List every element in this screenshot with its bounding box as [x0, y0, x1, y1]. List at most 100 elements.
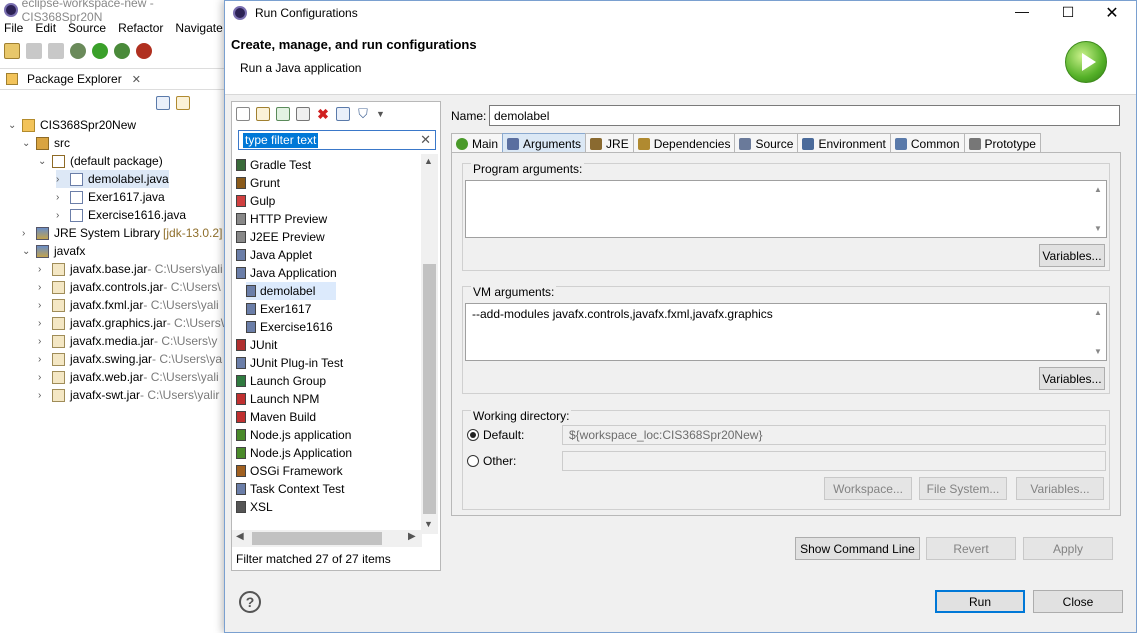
collapse-all-icon[interactable] [156, 96, 170, 110]
chevron-down-icon[interactable]: ▼ [1094, 347, 1102, 356]
tree-item[interactable]: ⌄ (default package) [38, 152, 163, 170]
chevron-right-icon[interactable]: › [38, 264, 48, 275]
config-item[interactable]: JUnit Plug-in Test [236, 354, 416, 372]
config-item[interactable]: Java Application [236, 264, 416, 282]
chevron-right-icon[interactable]: ▶ [408, 531, 416, 542]
tab-main[interactable]: Main [451, 133, 504, 153]
textarea-scrollbar[interactable]: ▲ ▼ [1092, 181, 1106, 237]
export-config-icon[interactable] [276, 107, 290, 121]
config-item[interactable]: HTTP Preview [236, 210, 416, 228]
maximize-icon[interactable]: ☐ [1053, 4, 1083, 24]
tree-item[interactable]: › JRE System Library [jdk-13.0.2] [22, 224, 222, 242]
tree-item[interactable]: › javafx-swt.jar - C:\Users\yalir [38, 386, 219, 404]
chevron-up-icon[interactable]: ▲ [1094, 308, 1102, 317]
close-icon[interactable]: ✕ [132, 73, 141, 86]
scrollbar-thumb[interactable] [423, 264, 436, 514]
textarea-scrollbar[interactable]: ▲ ▼ [1092, 304, 1106, 360]
menu-source[interactable]: Source [68, 21, 106, 35]
revert-button[interactable]: Revert [926, 537, 1016, 560]
config-item[interactable]: Exercise1616 [246, 318, 336, 336]
tab-prototype[interactable]: Prototype [963, 133, 1041, 153]
new-config-icon[interactable] [236, 107, 250, 121]
filter-input[interactable]: type filter text ✕ [238, 130, 436, 150]
debug-icon[interactable] [70, 43, 86, 59]
show-command-line-button[interactable]: Show Command Line [795, 537, 920, 560]
tab-dependencies[interactable]: Dependencies [632, 133, 736, 153]
config-item[interactable]: Task Context Test [236, 480, 416, 498]
new-icon[interactable] [4, 43, 20, 59]
tab-common[interactable]: Common [889, 133, 965, 153]
working-dir-variables-button[interactable]: Variables... [1016, 477, 1104, 500]
collapse-all-icon[interactable] [336, 107, 350, 121]
config-item[interactable]: XSL [236, 498, 416, 516]
tab-environment[interactable]: Environment [797, 133, 891, 153]
run-button[interactable]: Run [935, 590, 1025, 613]
minimize-icon[interactable]: — [1007, 3, 1037, 23]
tree-item[interactable]: › javafx.base.jar - C:\Users\yali [38, 260, 223, 278]
external-tools-icon[interactable] [136, 43, 152, 59]
tree-item[interactable]: ⌄ src [22, 134, 70, 152]
chevron-down-icon[interactable]: ⌄ [22, 246, 32, 257]
config-item[interactable]: Node.js application [236, 426, 416, 444]
chevron-right-icon[interactable]: › [38, 282, 48, 293]
tree-item[interactable]: › javafx.media.jar - C:\Users\y [38, 332, 217, 350]
coverage-icon[interactable] [114, 43, 130, 59]
close-icon[interactable]: ✕ [1097, 3, 1127, 23]
clear-filter-icon[interactable]: ✕ [420, 132, 431, 148]
chevron-right-icon[interactable]: › [38, 390, 48, 401]
program-arguments-input[interactable]: ▲ ▼ [465, 180, 1107, 238]
config-item[interactable]: Grunt [236, 174, 416, 192]
tree-item[interactable]: › javafx.fxml.jar - C:\Users\yali [38, 296, 219, 314]
chevron-up-icon[interactable]: ▲ [1094, 185, 1102, 194]
menu-refactor[interactable]: Refactor [118, 21, 163, 35]
config-item[interactable]: Java Applet [236, 246, 416, 264]
tree-item[interactable]: › javafx.graphics.jar - C:\Users\ [38, 314, 224, 332]
vm-arguments-input[interactable]: --add-modules javafx.controls,javafx.fxm… [465, 303, 1107, 361]
chevron-right-icon[interactable]: › [38, 354, 48, 365]
chevron-right-icon[interactable]: › [56, 192, 66, 203]
chevron-down-icon[interactable]: ⌄ [38, 156, 48, 167]
new-prototype-icon[interactable] [256, 107, 270, 121]
chevron-right-icon[interactable]: › [22, 228, 32, 239]
config-item[interactable]: Maven Build [236, 408, 416, 426]
chevron-down-icon[interactable]: ▼ [1094, 224, 1102, 233]
name-input[interactable] [489, 105, 1120, 126]
config-list-vertical-scrollbar[interactable]: ▲ ▼ [421, 154, 438, 534]
vm-variables-button[interactable]: Variables... [1039, 367, 1105, 390]
chevron-right-icon[interactable]: › [56, 210, 66, 221]
chevron-down-icon[interactable]: ⌄ [22, 138, 32, 149]
apply-button[interactable]: Apply [1023, 537, 1113, 560]
tree-item[interactable]: › demolabel.java [56, 170, 169, 188]
config-item[interactable]: demolabel [246, 282, 336, 300]
chevron-right-icon[interactable]: › [38, 336, 48, 347]
chevron-right-icon[interactable]: › [38, 318, 48, 329]
run-icon[interactable] [92, 43, 108, 59]
help-icon[interactable]: ? [239, 591, 261, 613]
delete-icon[interactable]: ✖ [316, 107, 330, 121]
tree-item[interactable]: › javafx.web.jar - C:\Users\yali [38, 368, 219, 386]
tree-item[interactable]: ⌄ javafx [22, 242, 85, 260]
chevron-left-icon[interactable]: ◀ [236, 531, 244, 542]
chevron-right-icon[interactable]: › [38, 300, 48, 311]
tab-source[interactable]: Source [734, 133, 799, 153]
config-item[interactable]: Gulp [236, 192, 416, 210]
chevron-right-icon[interactable]: › [56, 174, 66, 185]
tree-item[interactable]: ⌄ CIS368Spr20New [8, 116, 136, 134]
menu-edit[interactable]: Edit [35, 21, 56, 35]
config-item[interactable]: Gradle Test [236, 156, 416, 174]
config-item[interactable]: Node.js Application [236, 444, 416, 462]
tree-item[interactable]: › javafx.swing.jar - C:\Users\ya [38, 350, 222, 368]
config-item[interactable]: J2EE Preview [236, 228, 416, 246]
chevron-down-icon[interactable]: ⌄ [8, 120, 18, 131]
package-explorer-tab[interactable]: Package Explorer ✕ [0, 68, 230, 90]
close-button[interactable]: Close [1033, 590, 1123, 613]
config-item[interactable]: Launch NPM [236, 390, 416, 408]
filter-icon[interactable]: ⛉ [356, 107, 370, 121]
link-editor-icon[interactable] [176, 96, 190, 110]
config-item[interactable]: JUnit [236, 336, 416, 354]
tree-item[interactable]: › Exercise1616.java [56, 206, 186, 224]
workspace-button[interactable]: Workspace... [824, 477, 912, 500]
config-list-horizontal-scrollbar[interactable]: ◀ ▶ [232, 530, 422, 547]
file-system-button[interactable]: File System... [919, 477, 1007, 500]
chevron-up-icon[interactable]: ▲ [424, 156, 433, 166]
